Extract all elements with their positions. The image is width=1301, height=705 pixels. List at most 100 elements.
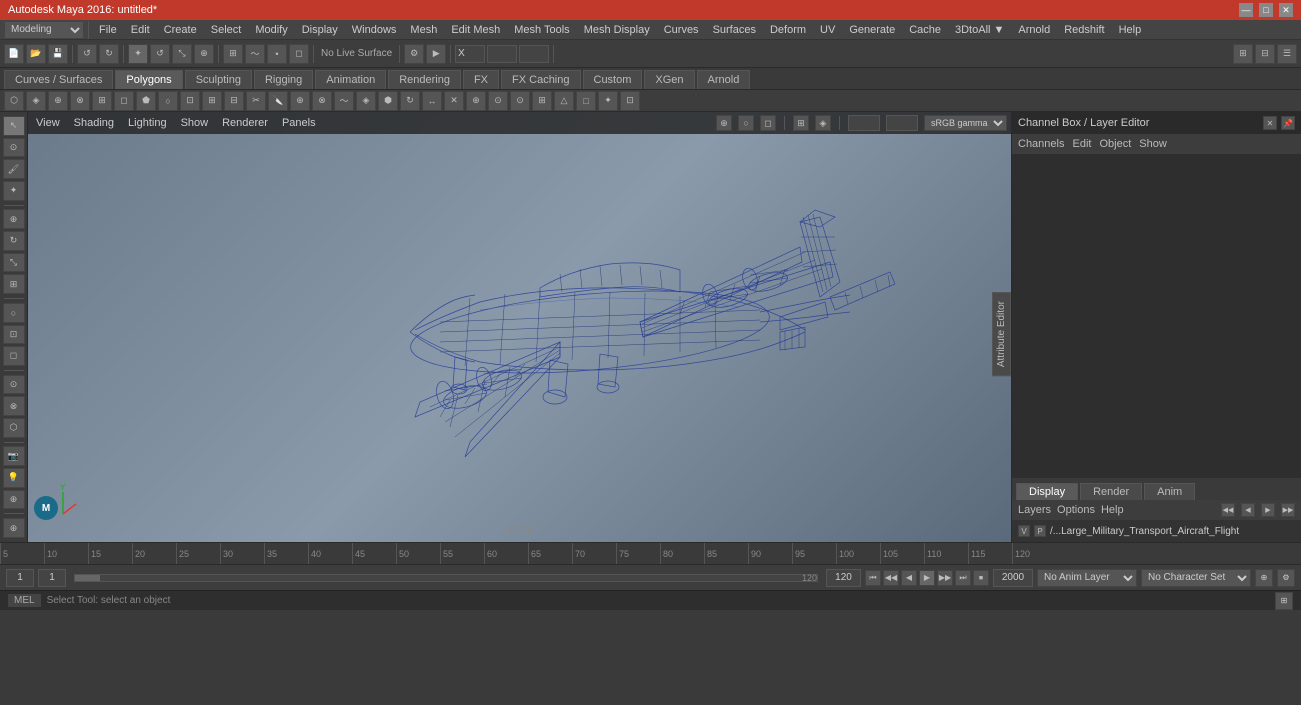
poly-delete[interactable]: ✕	[444, 91, 464, 111]
tb-rotate[interactable]: ↺	[150, 44, 170, 64]
tab-fx-caching[interactable]: FX Caching	[501, 70, 580, 89]
pb-stop[interactable]: ⏹	[973, 570, 989, 586]
layer-nav-start[interactable]: ◀◀	[1221, 503, 1235, 517]
tb-y-input[interactable]	[487, 45, 517, 63]
lt-lasso[interactable]: ⊙	[3, 138, 25, 158]
poly-bool[interactable]: ⊞	[92, 91, 112, 111]
lt-universal2[interactable]: ⊞	[3, 274, 25, 294]
tb-right2[interactable]: ⊟	[1255, 44, 1275, 64]
lt-light[interactable]: 💡	[3, 468, 25, 488]
menu-surfaces[interactable]: Surfaces	[707, 22, 762, 38]
pb-jump-start[interactable]: ⏮	[865, 570, 881, 586]
lt-paint[interactable]: 🖌	[3, 159, 25, 179]
tb-z-input[interactable]	[519, 45, 549, 63]
tb-new[interactable]: 📄	[4, 44, 24, 64]
lt-polygon[interactable]: ⬡	[3, 418, 25, 438]
lt-rotate2[interactable]: ↻	[3, 231, 25, 251]
tab-sculpting[interactable]: Sculpting	[185, 70, 252, 89]
menu-uv[interactable]: UV	[814, 22, 841, 38]
poly-merge[interactable]: ⊕	[466, 91, 486, 111]
lt-move[interactable]: ⊕	[3, 209, 25, 229]
frame-current-input[interactable]	[38, 569, 66, 587]
poly-wedge[interactable]: ⬢	[378, 91, 398, 111]
poly-quadrangulate[interactable]: □	[576, 91, 596, 111]
tb-redo[interactable]: ↻	[99, 44, 119, 64]
poly-combine[interactable]: ⊕	[48, 91, 68, 111]
range-bar[interactable]: 120	[74, 574, 818, 582]
poly-slide[interactable]: ◈	[356, 91, 376, 111]
maximize-button[interactable]: □	[1259, 3, 1273, 17]
anim-end-input[interactable]	[826, 569, 861, 587]
anim-layer-select[interactable]: No Anim Layer	[1037, 569, 1137, 587]
layer-p-checkbox[interactable]: P	[1034, 525, 1046, 537]
layer-nav-next[interactable]: ▶	[1261, 503, 1275, 517]
anim-extra2[interactable]: ⚙	[1277, 569, 1295, 587]
poly-loop[interactable]: ⊡	[180, 91, 200, 111]
tab-animation[interactable]: Animation	[315, 70, 386, 89]
poly-smooth[interactable]: ○	[158, 91, 178, 111]
ch-object[interactable]: Object	[1099, 138, 1131, 150]
poly-collapse[interactable]: ⊙	[510, 91, 530, 111]
menu-curves[interactable]: Curves	[658, 22, 705, 38]
vp-view[interactable]: View	[32, 117, 64, 129]
menu-mesh[interactable]: Mesh	[404, 22, 443, 38]
lt-move2[interactable]: ✦	[3, 181, 25, 201]
timeline-area[interactable]: 5 10 15 20 25 30 35 40 45 50 55 60 65 70…	[0, 542, 1301, 564]
menu-edit-mesh[interactable]: Edit Mesh	[445, 22, 506, 38]
tb-scale[interactable]: ⤡	[172, 44, 192, 64]
menu-arnold[interactable]: Arnold	[1012, 22, 1056, 38]
poly-append[interactable]: ⊞	[202, 91, 222, 111]
disp-tab-display[interactable]: Display	[1016, 483, 1078, 500]
ch-show[interactable]: Show	[1139, 138, 1167, 150]
poly-bevel[interactable]: ◈	[26, 91, 46, 111]
mode-select[interactable]: Modeling	[4, 21, 84, 39]
poly-sculpt[interactable]: ✦	[598, 91, 618, 111]
menu-help[interactable]: Help	[1113, 22, 1148, 38]
poly-crease[interactable]: ⊡	[620, 91, 640, 111]
layers-layers[interactable]: Layers	[1018, 504, 1051, 516]
layer-v-checkbox[interactable]: V	[1018, 525, 1030, 537]
menu-generate[interactable]: Generate	[843, 22, 901, 38]
tab-rendering[interactable]: Rendering	[388, 70, 461, 89]
tb-snap-curve[interactable]: 〜	[245, 44, 265, 64]
panel-close[interactable]: ✕	[1263, 116, 1277, 130]
tb-open[interactable]: 📂	[26, 44, 46, 64]
menu-modify[interactable]: Modify	[249, 22, 293, 38]
menu-mesh-display[interactable]: Mesh Display	[578, 22, 656, 38]
layer-nav-end[interactable]: ▶▶	[1281, 503, 1295, 517]
char-set-select[interactable]: No Character Set	[1141, 569, 1251, 587]
poly-flip[interactable]: ↔	[422, 91, 442, 111]
pb-jump-end[interactable]: ⏭	[955, 570, 971, 586]
vp-show[interactable]: Show	[177, 117, 213, 129]
lt-history[interactable]: ⊡	[3, 325, 25, 345]
layers-help[interactable]: Help	[1101, 504, 1124, 516]
tab-rigging[interactable]: Rigging	[254, 70, 313, 89]
poly-fill[interactable]: ⊟	[224, 91, 244, 111]
close-button[interactable]: ✕	[1279, 3, 1293, 17]
menu-deform[interactable]: Deform	[764, 22, 812, 38]
tb-right3[interactable]: ☰	[1277, 44, 1297, 64]
poly-separate[interactable]: ⊗	[70, 91, 90, 111]
tb-snap-grid[interactable]: ⊞	[223, 44, 243, 64]
vp-lighting[interactable]: Lighting	[124, 117, 171, 129]
lt-snap[interactable]: ⊙	[3, 375, 25, 395]
tb-universal[interactable]: ⊕	[194, 44, 214, 64]
tb-render-settings[interactable]: ⚙	[404, 44, 424, 64]
attr-editor-side-tab[interactable]: Attribute Editor	[992, 292, 1011, 376]
lt-component[interactable]: ⊗	[3, 396, 25, 416]
frame-start-input[interactable]	[6, 569, 34, 587]
tab-polygons[interactable]: Polygons	[115, 70, 182, 89]
tb-snap-point[interactable]: •	[267, 44, 287, 64]
poly-quad[interactable]: ⊞	[532, 91, 552, 111]
pb-step-fwd[interactable]: ▶▶	[937, 570, 953, 586]
poly-subdivide[interactable]: ⬟	[136, 91, 156, 111]
menu-cache[interactable]: Cache	[903, 22, 947, 38]
poly-spin[interactable]: ↻	[400, 91, 420, 111]
poly-extrude[interactable]: ⬡	[4, 91, 24, 111]
menu-create[interactable]: Create	[158, 22, 203, 38]
anim-extra1[interactable]: ⊕	[1255, 569, 1273, 587]
lt-camera[interactable]: 📷	[3, 446, 25, 466]
menu-3dtall[interactable]: 3DtoAll ▼	[949, 22, 1010, 38]
tab-arnold[interactable]: Arnold	[697, 70, 751, 89]
disp-tab-anim[interactable]: Anim	[1144, 483, 1195, 500]
